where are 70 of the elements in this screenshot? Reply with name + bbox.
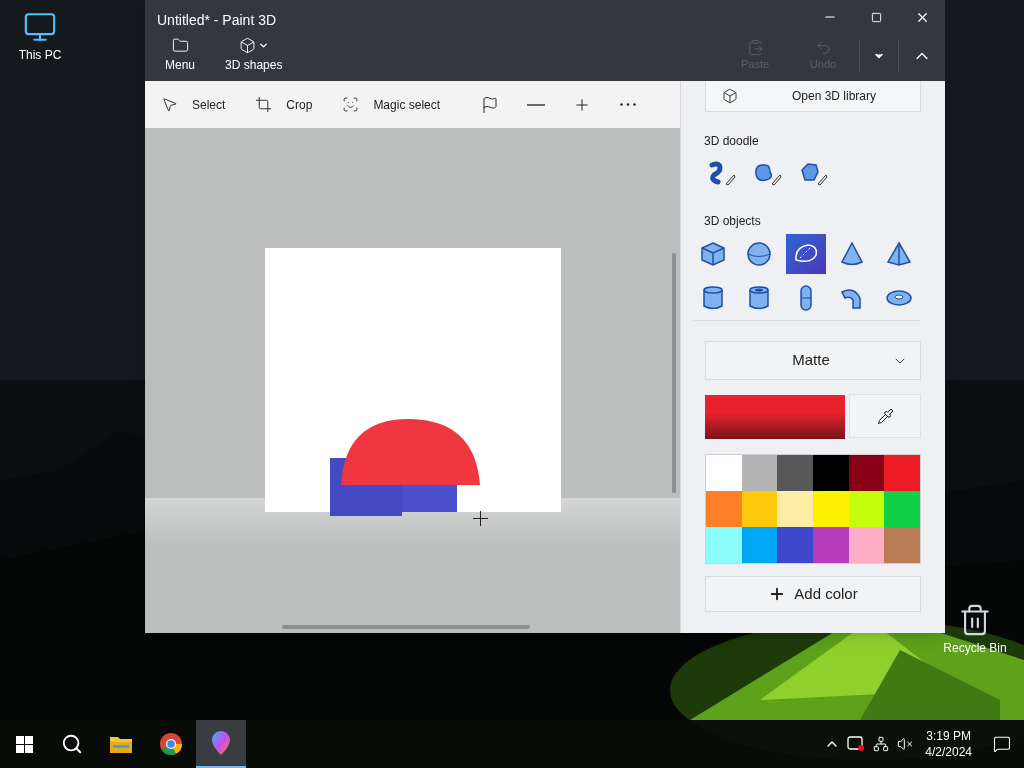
tube-doodle-icon [706, 160, 736, 188]
toolbar-button[interactable]: Crop [255, 95, 337, 114]
maximize-icon [870, 11, 882, 23]
palette-swatch[interactable] [884, 527, 920, 563]
toolbar-button[interactable]: Magic select [342, 95, 465, 114]
ribbon-button[interactable]: 3D shapes [217, 37, 291, 74]
clock-time[interactable]: 3:19 PM [926, 728, 971, 744]
palette-swatch[interactable] [777, 455, 813, 491]
network-icon[interactable] [873, 736, 890, 752]
palette-swatch[interactable] [884, 455, 920, 491]
sphere-icon [745, 240, 774, 268]
toolbar-button[interactable]: Select [161, 95, 250, 114]
palette-swatch[interactable] [813, 455, 849, 491]
flag-icon [481, 95, 500, 114]
palette-swatch[interactable] [706, 527, 742, 563]
vertical-scrollbar[interactable] [672, 253, 676, 493]
desktop-icon-label[interactable]: Recycle Bin [943, 641, 1007, 656]
horizontal-scrollbar[interactable] [282, 625, 530, 629]
windows-logo-icon [15, 735, 33, 753]
palette-swatch[interactable] [741, 455, 778, 491]
cube-icon [699, 240, 727, 268]
section-heading: 3D doodle [704, 133, 760, 150]
palette-swatch[interactable] [848, 491, 885, 527]
cube-icon [238, 37, 256, 54]
window-title: Untitled* - Paint 3D [157, 11, 278, 30]
caret-icon [257, 40, 269, 51]
open-library-button[interactable]: Open 3D library [705, 81, 921, 112]
person-frame-icon [342, 96, 360, 113]
color-picker-button[interactable] [849, 394, 921, 438]
palette-swatch[interactable] [848, 455, 885, 491]
more-icon [620, 103, 637, 106]
desktop-icon-label[interactable]: This PC [18, 48, 62, 63]
pointer-icon [161, 96, 178, 113]
palette-swatch[interactable] [777, 491, 813, 527]
sync-warning-icon [847, 736, 866, 752]
ribbon-button[interactable]: Menu [157, 37, 204, 74]
folder-icon [109, 734, 133, 754]
cube-search-icon [722, 88, 738, 104]
clock-date[interactable]: 4/2/2024 [925, 744, 972, 760]
palette-swatch[interactable] [777, 527, 813, 563]
paint-drop-icon [210, 730, 232, 756]
computer-icon[interactable] [23, 10, 57, 44]
palette-swatch[interactable] [848, 527, 885, 563]
sharp-doodle-icon [798, 160, 828, 188]
current-color-swatch[interactable] [705, 395, 845, 439]
folder-icon [171, 37, 189, 54]
palette-swatch[interactable] [813, 491, 849, 527]
shape-button[interactable] [785, 234, 826, 274]
notification-icon [993, 735, 1011, 753]
undo-icon [814, 39, 832, 57]
section-heading: 3D objects [704, 213, 762, 230]
crosshair-cursor [473, 511, 488, 526]
trash-bin-icon[interactable] [958, 603, 992, 637]
palette-swatch[interactable] [706, 455, 742, 491]
add-color-button[interactable]: Add color [705, 576, 921, 612]
muted-speaker-icon[interactable] [897, 736, 914, 752]
taskbar-app[interactable] [196, 720, 246, 768]
palette-swatch[interactable] [884, 491, 920, 527]
palette-swatch[interactable] [741, 527, 778, 563]
zoom-out-icon [527, 103, 546, 106]
search-icon [61, 733, 83, 755]
palette-swatch[interactable] [706, 491, 742, 527]
crop-icon [255, 96, 273, 113]
pyramid-icon [884, 240, 913, 268]
material-dropdown[interactable]: Matte [705, 341, 921, 380]
chrome-icon [159, 732, 183, 756]
eyedropper-icon [876, 407, 894, 425]
palette-swatch[interactable] [813, 527, 849, 563]
clipboard-icon [746, 39, 764, 57]
palette-swatch[interactable] [741, 491, 778, 527]
